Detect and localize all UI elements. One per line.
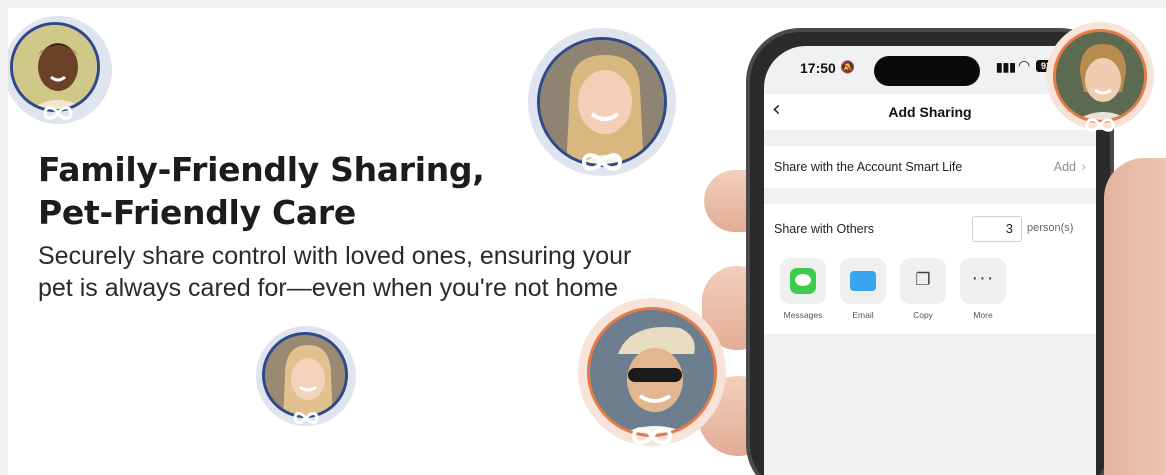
avatar-girl-small — [256, 326, 356, 426]
avatar-girl-small-photo — [265, 335, 345, 415]
bell-mute-icon: 🔕 — [840, 60, 855, 74]
link-icon — [293, 412, 319, 424]
chevron-right-icon: › — [1081, 158, 1086, 174]
link-icon — [1085, 118, 1115, 132]
share-others-section: Share with Others 3 person(s) Messages E… — [764, 204, 1096, 334]
phone-screen: 17:50 🔕 ▮▮▮ ◠ 93 ‹ Add Sharing Share wit… — [764, 46, 1096, 475]
hand-thumb — [1104, 158, 1166, 475]
share-others-label: Share with Others — [774, 222, 875, 236]
avatar-boy-photo — [13, 25, 97, 109]
signal-icon: ▮▮▮ — [996, 60, 1016, 74]
more-icon: ··· — [971, 267, 995, 289]
nav-bar: ‹ Add Sharing — [764, 94, 1096, 130]
page-title: Add Sharing — [888, 104, 972, 120]
wifi-icon: ◠ — [1018, 57, 1031, 73]
link-icon — [581, 153, 623, 171]
avatar-teen-boy-photo — [1056, 32, 1144, 120]
copy-icon: ❐ — [915, 270, 931, 289]
messages-icon — [790, 268, 816, 294]
share-option-email[interactable]: Email — [838, 258, 888, 320]
share-account-label: Share with the Account Smart Life — [774, 160, 963, 174]
link-icon — [43, 106, 73, 120]
share-option-label: More — [973, 310, 993, 320]
headline-line-2: Pet-Friendly Care — [38, 193, 356, 232]
promo-banner: Family-Friendly Sharing, Pet-Friendly Ca… — [8, 8, 1166, 475]
avatar-cap-guy — [578, 298, 726, 446]
avatar-cap-guy-photo — [590, 310, 714, 434]
headline-line-1: Family-Friendly Sharing, — [38, 150, 485, 189]
avatar-girl-blonde-photo — [540, 40, 664, 164]
link-icon — [631, 427, 673, 445]
avatar-girl-blonde — [528, 28, 676, 176]
share-option-copy[interactable]: ❐ Copy — [898, 258, 948, 320]
share-option-more[interactable]: ··· More — [958, 258, 1008, 320]
subcopy: Securely share control with loved ones, … — [38, 242, 632, 302]
share-option-messages[interactable]: Messages — [778, 258, 828, 320]
status-time: 17:50 — [800, 60, 836, 76]
avatar-teen-boy — [1046, 22, 1154, 132]
share-option-label: Messages — [783, 310, 823, 320]
person-count-input[interactable]: 3 — [972, 216, 1022, 242]
person-unit-label: person(s) — [1027, 222, 1074, 234]
avatar-boy — [8, 16, 112, 124]
email-icon — [850, 271, 876, 291]
share-option-label: Copy — [913, 310, 933, 320]
share-option-label: Email — [852, 310, 874, 320]
share-account-row[interactable]: Share with the Account Smart Life Add › — [764, 146, 1096, 188]
dynamic-island — [874, 56, 980, 86]
add-button[interactable]: Add — [1054, 160, 1076, 174]
headline: Family-Friendly Sharing, Pet-Friendly Ca… — [38, 148, 485, 234]
